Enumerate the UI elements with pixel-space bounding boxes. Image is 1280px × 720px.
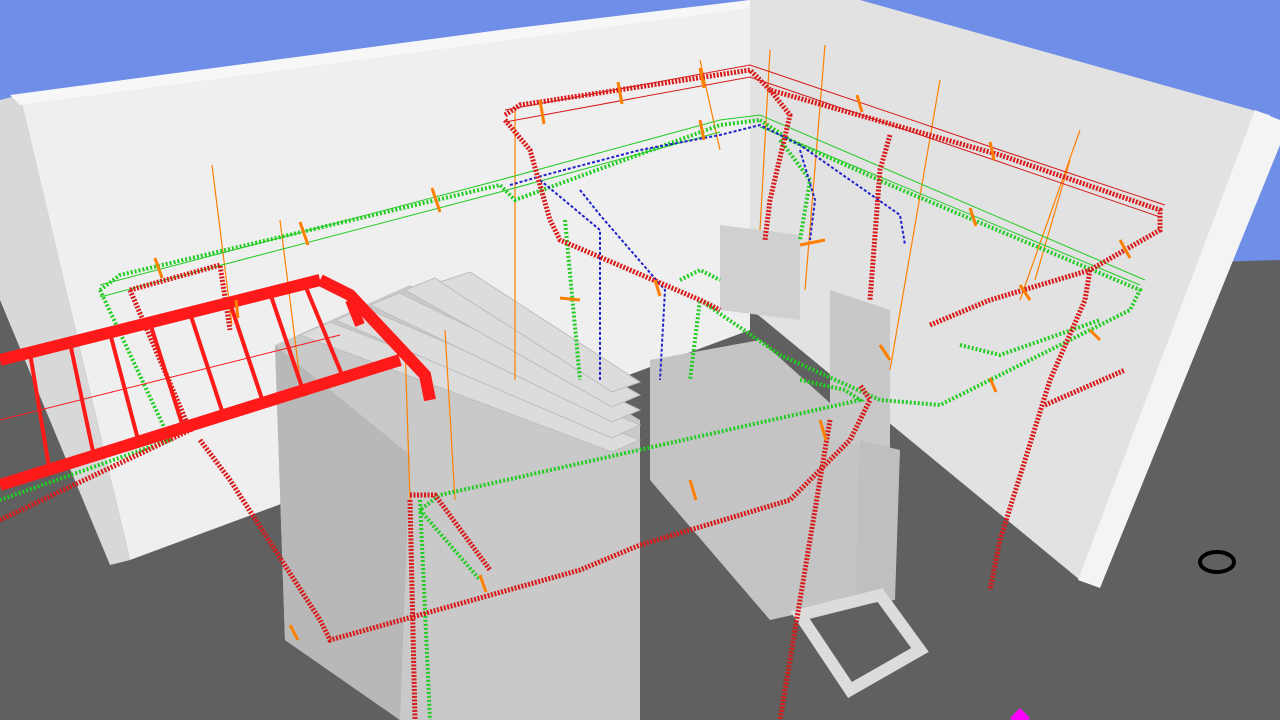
3d-viewport[interactable] <box>0 0 1280 720</box>
scene-canvas[interactable] <box>0 0 1280 720</box>
